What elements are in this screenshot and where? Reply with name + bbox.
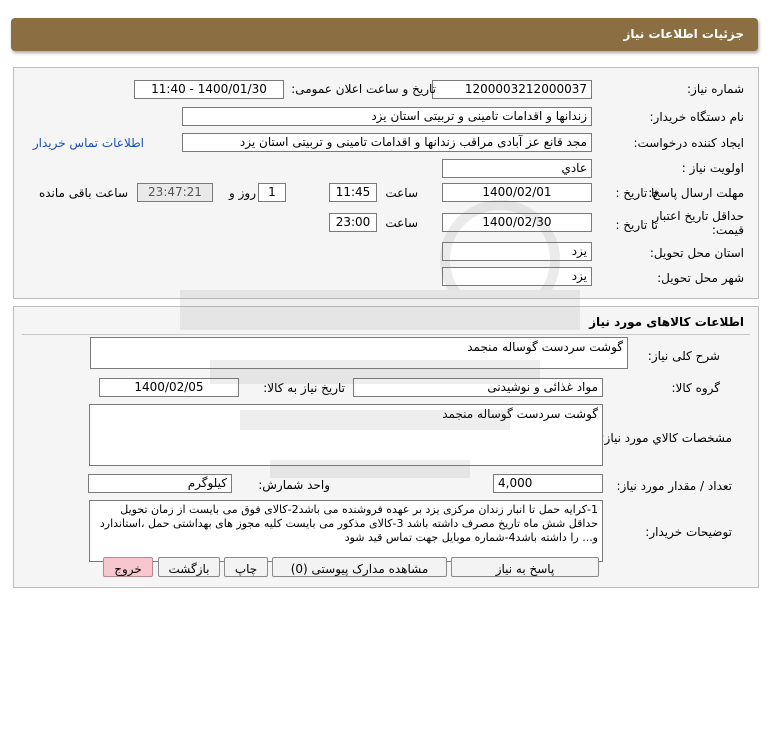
validity-time-label: ساعت [385,216,418,230]
announce-label: تاریخ و ساعت اعلان عمومی: [291,82,436,96]
days-label: روز و [229,186,256,200]
city-label: شهر محل تحویل: [657,271,744,285]
city-field: یزد [442,267,592,286]
view-attachments-button[interactable]: مشاهده مدارک پیوستی (0) [272,557,447,577]
need-date-label: تاریخ نیاز به کالا: [263,381,345,395]
page-header: جزئیات اطلاعات نیاز [11,18,758,51]
quantity-field: 4,000 [493,474,603,493]
validity-until-label: تا تاریخ : [615,218,658,232]
specs-label: مشخصات کالاي مورد نياز: [600,431,732,445]
need-number-field: 1200003212000037 [432,80,592,99]
validity-date-field: 1400/02/30 [442,213,592,232]
goods-panel: اطلاعات کالاهای مورد نیاز شرح کلی نیاز: … [13,306,759,588]
reply-button[interactable]: پاسخ به نیاز [451,557,599,577]
print-button[interactable]: چاپ [224,557,268,577]
requester-label: ایجاد کننده درخواست: [633,136,744,150]
buyer-label: نام دستگاه خریدار: [649,110,745,124]
need-number-label: شماره نیاز: [687,82,744,96]
min-validity-label: حداقل تاریخ اعتبار [653,209,744,223]
province-label: استان محل تحویل: [649,246,744,260]
goods-group-field: مواد غذائی و نوشیدنی [353,378,603,397]
general-desc-label: شرح کلی نیاز: [647,349,720,363]
specs-field: گوشت سردست گوساله منجمد [89,404,603,466]
section-divider [22,334,750,335]
requester-field: مجد قانع عز آبادی مراقب زندانها و اقداما… [182,133,592,152]
unit-field: کیلوگرم [88,474,232,493]
remaining-time-field: 23:47:21 [137,183,213,202]
validity-time-field: 23:00 [329,213,377,232]
buyer-contact-link[interactable]: اطلاعات تماس خریدار [33,136,144,150]
priority-field: عادي [442,159,592,178]
deadline-time-field: 11:45 [329,183,377,202]
need-date-field: 1400/02/05 [99,378,239,397]
deadline-until-label: تا تاریخ : [615,186,658,200]
goods-group-label: گروه کالا: [671,381,721,395]
buyer-notes-label: توضیحات خریدار: [645,525,732,539]
exit-button[interactable]: خروج [103,557,153,577]
deadline-label: مهلت ارسال پاسخ: [648,186,744,200]
need-details-panel: شماره نیاز: 1200003212000037 تاریخ و ساع… [13,67,759,299]
buyer-notes-field: 1-کرایه حمل تا انبار زندان مرکزی یزد بر … [89,500,603,562]
quantity-label: تعداد / مقدار مورد نیاز: [616,479,732,493]
deadline-time-label: ساعت [385,186,418,200]
back-button[interactable]: بازگشت [158,557,220,577]
unit-label: واحد شمارش: [258,478,330,492]
announce-datetime-field: 1400/01/30 - 11:40 [134,80,284,99]
general-desc-field: گوشت سردست گوساله منجمد [90,337,628,369]
deadline-date-field: 1400/02/01 [442,183,592,202]
days-field: 1 [258,183,286,202]
province-field: یزد [442,242,592,261]
page-title: جزئیات اطلاعات نیاز [623,27,744,41]
buyer-field: زندانها و اقدامات تامینی و تربیتی استان … [182,107,592,126]
goods-section-title: اطلاعات کالاهای مورد نیاز [589,315,744,329]
remaining-label: ساعت باقی مانده [38,186,128,200]
min-validity-label-2: قیمت: [711,223,744,237]
priority-label: اولویت نیاز : [681,161,744,175]
